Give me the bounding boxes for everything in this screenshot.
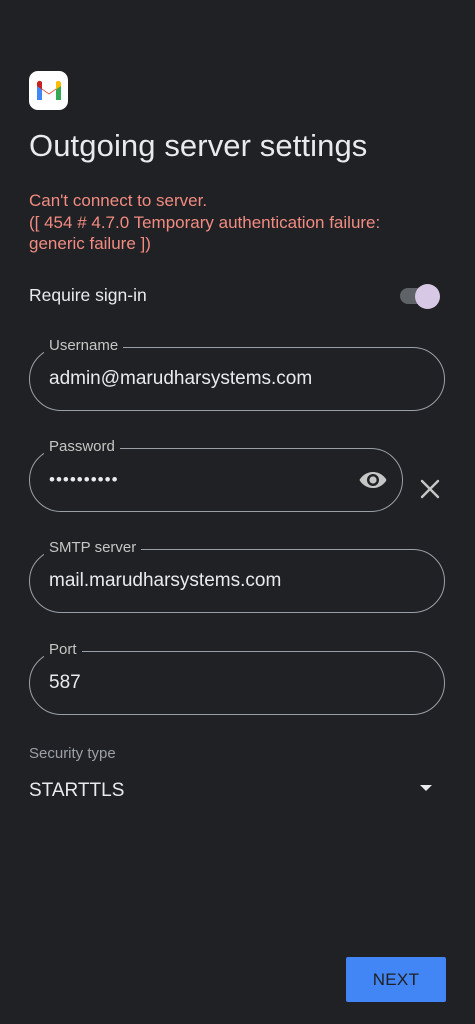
port-value[interactable]: 587 [49, 672, 81, 694]
password-field[interactable]: Password •••••••••• [29, 438, 403, 512]
smtp-server-value[interactable]: mail.marudharsystems.com [49, 570, 281, 592]
security-type-label: Security type [29, 745, 116, 762]
error-line-3: generic failure ]) [29, 234, 151, 253]
security-type-value[interactable]: STARTTLS [29, 780, 124, 802]
require-signin-label: Require sign-in [29, 285, 147, 305]
smtp-server-field[interactable]: SMTP server mail.marudharsystems.com [29, 539, 445, 613]
gmail-logo-icon [29, 71, 68, 110]
toggle-thumb [415, 284, 440, 309]
username-field[interactable]: Username admin@marudharsystems.com [29, 337, 445, 411]
port-field[interactable]: Port 587 [29, 641, 445, 715]
password-label: Password [44, 438, 120, 455]
page-title: Outgoing server settings [29, 128, 368, 163]
error-message: Can't connect to server. ([ 454 # 4.7.0 … [29, 190, 449, 255]
port-label: Port [44, 641, 82, 658]
dropdown-arrow-icon[interactable] [419, 780, 433, 791]
next-button[interactable]: NEXT [346, 957, 446, 1002]
eye-icon[interactable] [358, 468, 388, 492]
username-label: Username [44, 337, 124, 354]
error-line-2: ([ 454 # 4.7.0 Temporary authentication … [29, 212, 381, 232]
error-line-1: Can't connect to server. [29, 191, 208, 210]
require-signin-toggle[interactable] [400, 284, 440, 309]
close-icon[interactable] [418, 477, 442, 501]
password-value[interactable]: •••••••••• [49, 470, 119, 490]
smtp-server-label: SMTP server [44, 539, 142, 556]
username-value[interactable]: admin@marudharsystems.com [49, 368, 312, 390]
